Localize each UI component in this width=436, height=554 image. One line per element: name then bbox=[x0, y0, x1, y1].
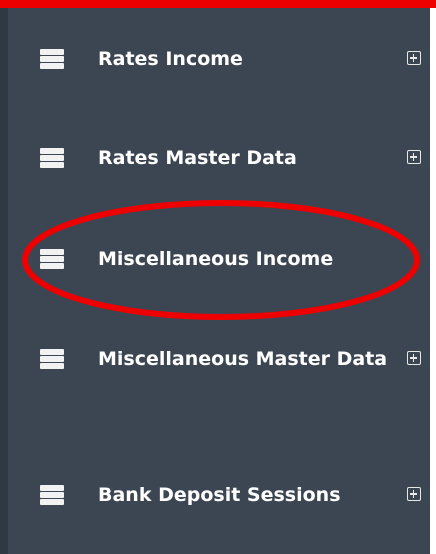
plus-square-icon[interactable] bbox=[407, 51, 421, 65]
sidebar-item-label: Rates Master Data bbox=[98, 147, 297, 169]
sidebar-item-row: Rates Master Data bbox=[8, 143, 430, 173]
list-icon bbox=[40, 148, 64, 168]
sidebar-item-label: Bank Deposit Sessions bbox=[98, 484, 341, 506]
top-red-border bbox=[0, 0, 436, 8]
highlight-ellipse bbox=[22, 200, 420, 320]
plus-square-icon[interactable] bbox=[407, 150, 421, 164]
sidebar-item-label-wrapped: Miscellaneous Master Data bbox=[28, 341, 388, 377]
list-icon bbox=[40, 485, 64, 505]
list-icon bbox=[40, 49, 64, 69]
sidebar-item-row: Rates Income bbox=[8, 44, 430, 74]
plus-square-icon[interactable] bbox=[407, 351, 421, 365]
sidebar-item-label: Miscellaneous Master Data bbox=[98, 348, 388, 370]
plus-square-icon[interactable] bbox=[407, 487, 421, 501]
sidebar-left-edge bbox=[0, 8, 8, 554]
screenshot-frame: Rates Income Rates Master Data Miscellan… bbox=[0, 0, 436, 554]
sidebar-right-edge bbox=[430, 8, 436, 554]
sidebar-item-row: Bank Deposit Sessions bbox=[8, 480, 430, 510]
sidebar-item-label: Rates Income bbox=[98, 48, 243, 70]
